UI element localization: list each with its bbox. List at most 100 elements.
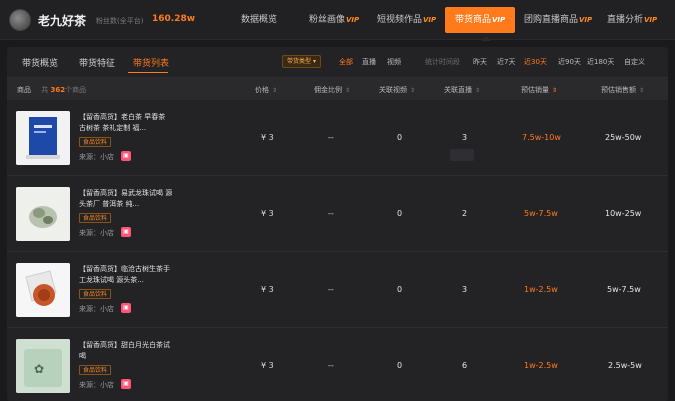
- price: ¥ 3: [261, 285, 274, 294]
- count-prefix: 共: [41, 86, 49, 94]
- col-lives[interactable]: 关联直播 ⇕: [444, 85, 480, 95]
- col-price[interactable]: 价格 ⇕: [255, 85, 277, 95]
- count-suffix: 个商品: [65, 86, 87, 94]
- nav-live-analysis[interactable]: 直播分析VIP: [607, 0, 657, 40]
- vip-badge: VIP: [492, 16, 506, 24]
- estimated-revenue: 2.5w-5w: [608, 361, 642, 370]
- price: ¥ 3: [261, 209, 274, 218]
- hover-action-placeholder: [450, 149, 474, 161]
- nav-overview[interactable]: 数据概览: [241, 0, 277, 40]
- col-sales[interactable]: 预估销量 ⇕: [521, 85, 557, 95]
- related-videos: 0: [397, 209, 403, 218]
- time-filter-180d[interactable]: 近180天: [587, 57, 614, 67]
- product-image[interactable]: [16, 111, 70, 165]
- subtab-features[interactable]: 带货特征: [79, 56, 115, 69]
- category-tag: 食品饮料: [79, 365, 112, 375]
- col-sales-label: 预估销量: [521, 86, 549, 94]
- vip-badge: VIP: [644, 16, 658, 24]
- table-row[interactable]: 【留香高货】老白茶 早春茶 古树茶 茶礼定制 福... 食品饮料 来源：小店 ▣…: [7, 100, 668, 176]
- sort-icon: ⇕: [272, 87, 278, 94]
- product-count: 362: [50, 86, 66, 94]
- product-title[interactable]: 【留香高货】临沧古树生茶手工龙珠试喝 源头茶...: [79, 264, 173, 286]
- nav-short-videos-label: 短视频作品: [377, 15, 423, 25]
- product-image[interactable]: ✿: [16, 339, 70, 393]
- nav-overview-label: 数据概览: [241, 15, 278, 25]
- nav-short-videos[interactable]: 短视频作品VIP: [377, 0, 436, 40]
- type-filter-label: 带货类型 ▾: [282, 55, 321, 68]
- estimated-sales: 5w-7.5w: [524, 209, 558, 218]
- shop-icon[interactable]: ▣: [121, 379, 131, 389]
- estimated-revenue: 25w-50w: [605, 133, 642, 142]
- related-lives: 2: [462, 209, 468, 218]
- chevron-down-icon: ▾: [312, 58, 316, 65]
- svg-text:✿: ✿: [34, 362, 44, 376]
- commission: --: [328, 133, 334, 142]
- col-videos[interactable]: 关联视频 ⇕: [379, 85, 415, 95]
- sort-icon: ⇕: [345, 87, 351, 94]
- shop-icon[interactable]: ▣: [121, 303, 131, 313]
- top-header: 老九好茶 粉丝数(全平台) 160.28w 数据概览 粉丝画像VIP 短视频作品…: [0, 0, 675, 40]
- estimated-revenue: 5w-7.5w: [607, 285, 641, 294]
- shop-icon[interactable]: ▣: [121, 227, 131, 237]
- vip-badge: VIP: [423, 16, 437, 24]
- time-filter-label: 统计时间段: [425, 58, 460, 66]
- type-filter-all[interactable]: 全部: [339, 57, 353, 67]
- price: ¥ 3: [261, 133, 274, 142]
- table-row[interactable]: 【留香高货】易武龙珠试喝 源头茶厂 普洱茶 纯... 食品饮料 来源：小店 ▣ …: [7, 176, 668, 252]
- product-title[interactable]: 【留香高货】老白茶 早春茶 古树茶 茶礼定制 福...: [79, 112, 173, 134]
- product-source: 来源：小店: [79, 153, 114, 161]
- nav-fans-profile-label: 粉丝画像: [309, 15, 346, 25]
- category-tag: 食品饮料: [79, 137, 112, 147]
- nav-products-label: 带货商品: [455, 15, 492, 25]
- estimated-sales: 1w-2.5w: [524, 361, 558, 370]
- nav-products[interactable]: 带货商品VIP: [445, 7, 516, 33]
- time-filter-90d[interactable]: 近90天: [558, 57, 581, 67]
- sort-icon: ⇕: [639, 87, 645, 94]
- table-header: 商品 共 362个商品 价格 ⇕ 佣金比例 ⇕ 关联视频 ⇕ 关联直播 ⇕ 预估销量 ⇕ …: [7, 78, 668, 100]
- time-filter-custom[interactable]: 自定义: [624, 57, 645, 67]
- col-revenue-label: 预估销售额: [601, 86, 636, 94]
- product-title[interactable]: 【留香高货】甜白月光白茶试喝: [79, 340, 173, 362]
- type-filter-video[interactable]: 视频: [387, 57, 401, 67]
- active-nav-caret: [481, 36, 491, 41]
- col-lives-label: 关联直播: [444, 86, 472, 94]
- col-commission-label: 佣金比例: [314, 86, 342, 94]
- estimated-revenue: 10w-25w: [605, 209, 642, 218]
- table-row[interactable]: ✿ 【留香高货】甜白月光白茶试喝 食品饮料 来源：小店 ▣ ¥ 3 -- 0 6…: [7, 328, 668, 401]
- commission: --: [328, 285, 334, 294]
- time-filter-yesterday[interactable]: 昨天: [473, 57, 487, 67]
- sort-icon: ⇕: [410, 87, 416, 94]
- subtab-list[interactable]: 带货列表: [133, 56, 169, 69]
- commission: --: [328, 209, 334, 218]
- related-lives: 3: [462, 285, 468, 294]
- products-panel: 带货概览 带货特征 带货列表 带货类型 ▾ 全部 直播 视频 统计时间段 昨天 …: [7, 47, 668, 401]
- commission: --: [328, 361, 334, 370]
- col-commission[interactable]: 佣金比例 ⇕: [314, 85, 350, 95]
- col-product: 商品 共 362个商品: [17, 85, 86, 95]
- product-image[interactable]: [16, 263, 70, 317]
- col-revenue[interactable]: 预估销售额 ⇕: [601, 85, 644, 95]
- product-title[interactable]: 【留香高货】易武龙珠试喝 源头茶厂 普洱茶 纯...: [79, 188, 173, 210]
- table-row[interactable]: 【留香高货】临沧古树生茶手工龙珠试喝 源头茶... 食品饮料 来源：小店 ▣ ¥…: [7, 252, 668, 328]
- nav-group-live-products[interactable]: 团购直播商品VIP: [524, 0, 592, 40]
- related-videos: 0: [397, 133, 403, 142]
- col-price-label: 价格: [255, 86, 269, 94]
- col-videos-label: 关联视频: [379, 86, 407, 94]
- time-filter-7d[interactable]: 近7天: [497, 57, 515, 67]
- col-product-label: 商品: [17, 86, 31, 94]
- type-filter-live[interactable]: 直播: [362, 57, 376, 67]
- product-source: 来源：小店: [79, 229, 114, 237]
- product-image[interactable]: [16, 187, 70, 241]
- nav-fans-profile[interactable]: 粉丝画像VIP: [309, 0, 359, 40]
- time-filter-30d[interactable]: 近30天: [524, 57, 547, 67]
- related-videos: 0: [397, 285, 403, 294]
- price: ¥ 3: [261, 361, 274, 370]
- nav-live-analysis-label: 直播分析: [607, 15, 644, 25]
- avatar[interactable]: [9, 9, 31, 31]
- sort-active-icon: ⇕: [552, 87, 558, 94]
- subtab-overview[interactable]: 带货概览: [22, 56, 58, 69]
- related-lives: 6: [462, 361, 468, 370]
- category-tag: 食品饮料: [79, 289, 112, 299]
- subtab-active-underline: [128, 72, 168, 73]
- shop-icon[interactable]: ▣: [121, 151, 131, 161]
